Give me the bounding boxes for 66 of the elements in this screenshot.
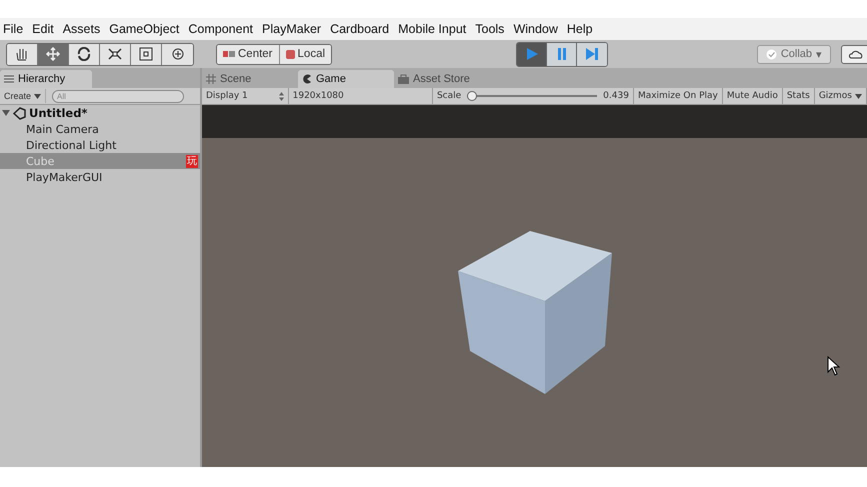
create-dropdown[interactable]: Create (0, 89, 46, 103)
view-tab[interactable]: Asset Store (394, 70, 490, 88)
caret-icon (855, 94, 862, 98)
tool-button[interactable] (69, 44, 100, 64)
shopping-bag-icon (398, 74, 409, 84)
pacman-icon (302, 74, 312, 84)
display-dropdown[interactable]: Display 1 (202, 88, 289, 104)
cloud-button[interactable] (841, 44, 867, 64)
scene-name: Untitled* (29, 106, 88, 120)
collab-label: Collab (780, 48, 812, 60)
view-tab[interactable]: Game (298, 70, 394, 88)
transform-icon (170, 47, 186, 61)
cube-icon (286, 50, 295, 58)
menu-item[interactable]: GameObject (109, 22, 180, 36)
cloud-icon (849, 49, 863, 59)
resolution-dropdown[interactable]: 1920x1080 (288, 88, 433, 104)
menu-item[interactable]: File (3, 22, 24, 36)
badge: 玩 (186, 154, 198, 168)
menu-item[interactable]: Assets (62, 22, 100, 36)
menu-item[interactable]: Mobile Input (398, 22, 466, 36)
play-icon (524, 47, 539, 61)
tool-button[interactable] (100, 44, 131, 64)
move-arrows-icon (45, 47, 61, 61)
caret-icon: ▾ (816, 48, 822, 60)
hierarchy-item[interactable]: PlayMakerGUI (0, 169, 200, 185)
menu-item[interactable]: Cardboard (330, 22, 390, 36)
grid-icon (206, 74, 216, 84)
step-button[interactable] (577, 42, 608, 66)
menu-item[interactable]: PlayMaker (262, 22, 322, 36)
expand-arrow-icon (2, 109, 10, 117)
hierarchy-item[interactable]: Main Camera (0, 121, 200, 137)
list-icon (4, 75, 14, 83)
pivot-center-icon (223, 50, 235, 58)
up-down-arrows-icon (278, 92, 284, 100)
menu-item[interactable]: Tools (475, 22, 504, 36)
cursor-icon (827, 356, 841, 376)
scale-slider[interactable]: Scale 0.439 (432, 88, 634, 104)
hierarchy-tab[interactable]: Hierarchy (0, 70, 92, 88)
caret-icon (34, 94, 42, 99)
menu-item[interactable]: Component (188, 22, 254, 36)
toggle-button[interactable]: Maximize On Play (634, 88, 723, 104)
step-icon (585, 47, 600, 61)
tool-button[interactable] (162, 44, 193, 64)
pivot-button[interactable]: Local (280, 44, 332, 64)
scale-icon (107, 47, 123, 61)
tool-button[interactable] (7, 44, 38, 64)
menu-item[interactable]: Edit (32, 22, 54, 36)
tool-button[interactable] (131, 44, 162, 64)
pause-icon (556, 47, 567, 61)
toggle-button[interactable]: Mute Audio (722, 88, 783, 104)
check-circle-icon (766, 48, 777, 60)
rotate-icon (76, 47, 92, 61)
hierarchy-item[interactable]: Directional Light (0, 137, 200, 153)
view-tab[interactable]: Scene (202, 70, 298, 88)
rect-tool-icon (138, 47, 154, 61)
collab-button[interactable]: Collab ▾ (756, 44, 831, 64)
hierarchy-item[interactable]: Cube 玩 (0, 153, 200, 169)
gizmos-dropdown[interactable]: Gizmos (814, 88, 867, 104)
pause-button[interactable] (547, 42, 578, 66)
pivot-button[interactable]: Center (217, 44, 280, 64)
toggle-button[interactable]: Stats (782, 88, 815, 104)
search-field[interactable]: All (52, 90, 184, 102)
slider-thumb[interactable] (467, 91, 478, 101)
tool-button[interactable] (38, 44, 69, 64)
menu-item[interactable]: Help (566, 22, 593, 36)
menu-item[interactable]: Window (513, 22, 558, 36)
